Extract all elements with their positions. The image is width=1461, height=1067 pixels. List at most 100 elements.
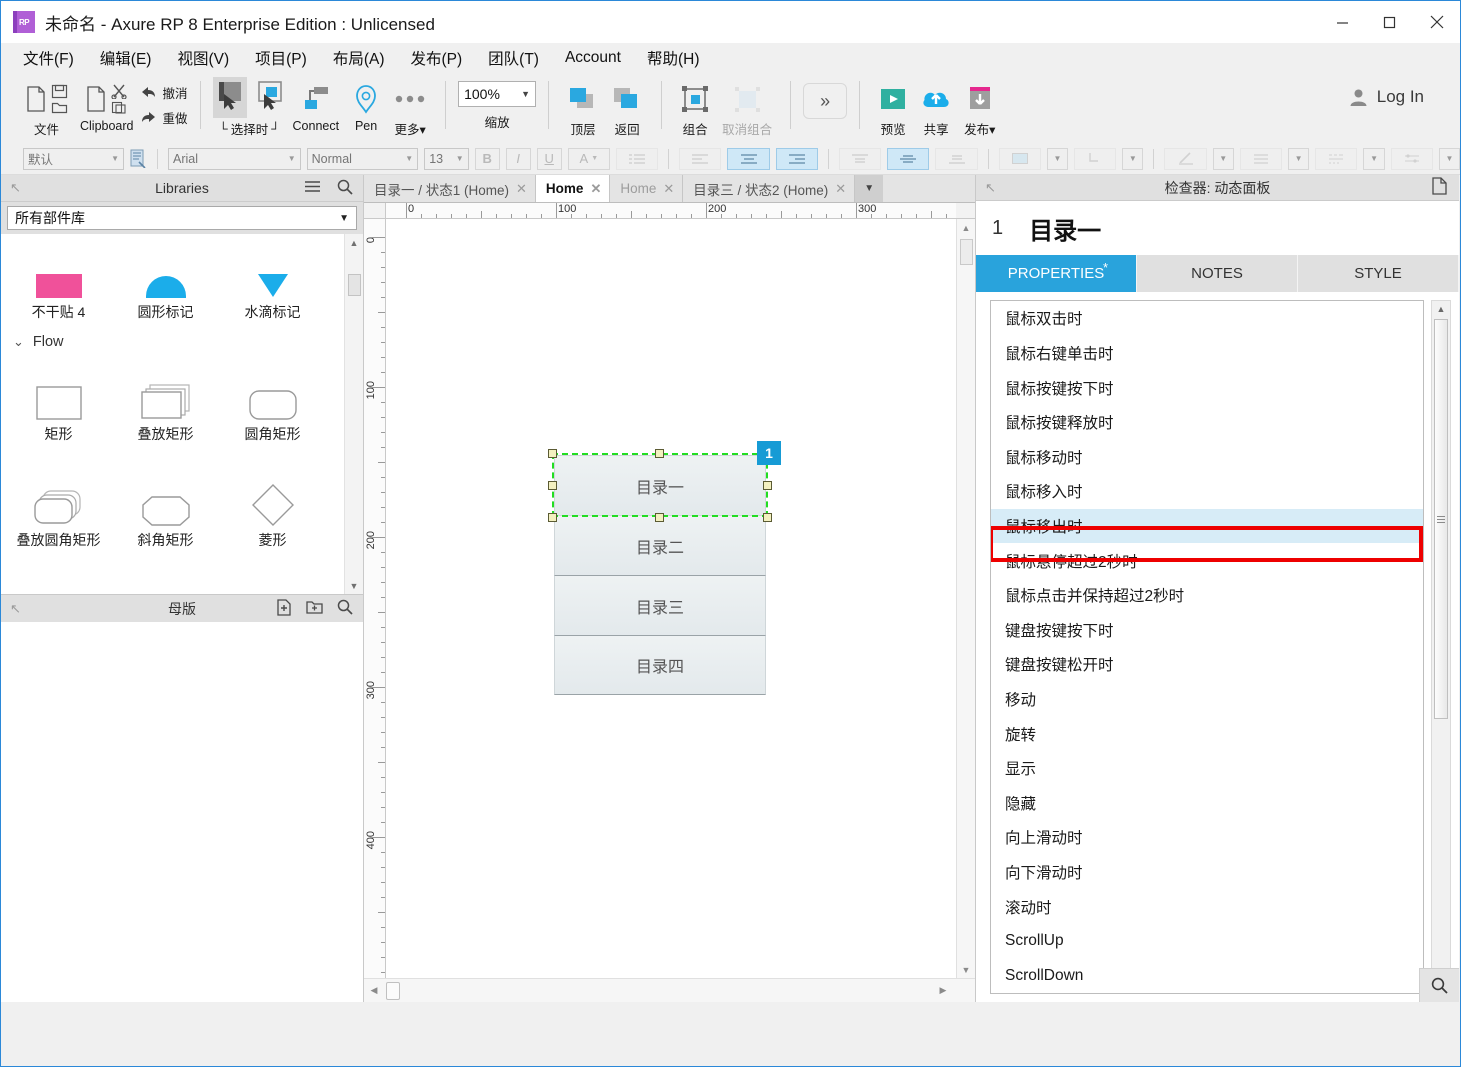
- event-row[interactable]: 滚动时: [991, 889, 1423, 924]
- widget-rounded-rectangle[interactable]: 圆角矩形: [219, 356, 326, 444]
- close-icon[interactable]: ✕: [516, 181, 527, 197]
- maximize-button[interactable]: [1366, 1, 1413, 43]
- list-button[interactable]: [615, 147, 659, 170]
- event-row[interactable]: 隐藏: [991, 785, 1423, 820]
- menu-view[interactable]: 视图(V): [177, 47, 229, 69]
- fill-dropdown[interactable]: ▼: [1046, 147, 1068, 170]
- menu-help[interactable]: 帮助(H): [647, 47, 700, 69]
- collapse-icon[interactable]: ↖: [10, 180, 21, 196]
- valign-bottom-button[interactable]: [935, 147, 978, 170]
- expand-toolbar-button[interactable]: »: [803, 83, 848, 119]
- event-row[interactable]: 鼠标双击时: [991, 301, 1423, 336]
- tab-catalog-one-state1[interactable]: 目录一 / 状态1 (Home) ✕: [364, 175, 536, 202]
- login-button[interactable]: Log In: [1349, 87, 1424, 107]
- share-button[interactable]: 共享: [914, 77, 958, 138]
- font-weight-select[interactable]: Normal ▼: [306, 147, 419, 170]
- search-icon[interactable]: [337, 599, 353, 618]
- widget-sticky-note[interactable]: 不干贴 4: [5, 234, 112, 322]
- scrollbar-thumb[interactable]: [386, 981, 400, 1000]
- hamburger-menu-icon[interactable]: [304, 180, 321, 196]
- resize-handle-sw[interactable]: [548, 513, 557, 522]
- scroll-right-arrow-icon[interactable]: ▶: [933, 985, 953, 996]
- resize-handle-nw[interactable]: [548, 449, 557, 458]
- scroll-down-arrow-icon[interactable]: ▼: [957, 961, 975, 978]
- style-manager-button[interactable]: [130, 149, 147, 168]
- close-icon[interactable]: ✕: [663, 181, 674, 197]
- event-row[interactable]: 键盘按键按下时: [991, 612, 1423, 647]
- fill-color-button[interactable]: [998, 147, 1041, 170]
- widget-stacked-rectangle[interactable]: 叠放矩形: [112, 356, 219, 444]
- event-row[interactable]: 鼠标按键按下时: [991, 370, 1423, 405]
- widget-rectangle[interactable]: 矩形: [5, 356, 112, 444]
- italic-button[interactable]: I: [505, 147, 531, 170]
- flow-section-header[interactable]: ⌄ Flow: [1, 322, 363, 356]
- resize-handle-s[interactable]: [655, 513, 664, 522]
- arrow-style-dropdown[interactable]: ▼: [1438, 147, 1460, 170]
- menu-team[interactable]: 团队(T): [488, 47, 539, 69]
- event-row[interactable]: 旋转: [991, 716, 1423, 751]
- event-row[interactable]: 移动: [991, 682, 1423, 717]
- menu-item-2[interactable]: 目录二: [554, 515, 766, 575]
- scroll-left-arrow-icon[interactable]: ◀: [364, 985, 384, 996]
- collapse-icon[interactable]: ↖: [985, 180, 996, 196]
- scroll-down-arrow-icon[interactable]: ▼: [345, 577, 363, 594]
- event-row[interactable]: 鼠标右键单击时: [991, 336, 1423, 371]
- publish-button[interactable]: 发布▾: [958, 77, 1001, 138]
- widget-stacked-rounded-rectangle[interactable]: 叠放圆角矩形: [5, 462, 112, 550]
- tab-home-secondary[interactable]: Home ✕: [610, 175, 684, 202]
- valign-top-button[interactable]: [838, 147, 882, 170]
- line-color-dropdown[interactable]: ▼: [1212, 147, 1234, 170]
- widget-list[interactable]: 不干贴 4 圆形标记 水滴标记 ⌄ Flow 矩形 叠放矩形 圆角矩形 叠放圆角…: [1, 234, 363, 594]
- scrollbar-thumb[interactable]: [1434, 319, 1448, 720]
- event-row[interactable]: 鼠标按键释放时: [991, 405, 1423, 440]
- tab-notes[interactable]: NOTES: [1137, 255, 1298, 293]
- canvas-vertical-scrollbar[interactable]: ▲ ▼: [956, 219, 975, 978]
- underline-button[interactable]: U: [536, 147, 562, 170]
- event-row[interactable]: ScrollDown: [991, 958, 1423, 993]
- close-icon[interactable]: ✕: [835, 181, 846, 197]
- tab-catalog-three-state2[interactable]: 目录三 / 状态2 (Home) ✕: [683, 175, 856, 202]
- connect-button[interactable]: Connect: [287, 77, 346, 133]
- inspector-search-button[interactable]: [1419, 967, 1459, 1002]
- menu-item-4[interactable]: 目录四: [554, 635, 766, 695]
- tab-style[interactable]: STYLE: [1298, 255, 1459, 293]
- design-canvas[interactable]: 目录一 目录二 目录三 目录四 1: [386, 219, 956, 978]
- clipboard-toolbar-button[interactable]: Clipboard: [74, 77, 140, 133]
- event-row[interactable]: 显示: [991, 751, 1423, 786]
- event-row[interactable]: 鼠标移入时: [991, 474, 1423, 509]
- menu-item-3[interactable]: 目录三: [554, 575, 766, 635]
- align-center-button[interactable]: [727, 147, 770, 170]
- search-icon[interactable]: [337, 179, 353, 198]
- resize-handle-e[interactable]: [763, 481, 772, 490]
- tab-home-active[interactable]: Home ✕: [535, 175, 611, 202]
- resize-handle-w[interactable]: [548, 481, 557, 490]
- scrollbar-thumb[interactable]: [960, 239, 973, 265]
- tabs-overflow-button[interactable]: ▼: [855, 175, 884, 202]
- bold-button[interactable]: B: [474, 147, 500, 170]
- widget-style-select[interactable]: 默认 ▼: [23, 147, 125, 170]
- library-select[interactable]: 所有部件库 ▼: [7, 206, 357, 230]
- file-toolbar-button[interactable]: 文件: [19, 77, 74, 138]
- menu-item-1[interactable]: 目录一: [554, 455, 766, 515]
- align-right-button[interactable]: [775, 147, 818, 170]
- close-button[interactable]: [1413, 1, 1460, 43]
- menu-layout[interactable]: 布局(A): [333, 47, 385, 69]
- undo-button[interactable]: 撤消: [140, 83, 188, 102]
- close-icon[interactable]: ✕: [590, 181, 601, 197]
- menu-edit[interactable]: 编辑(E): [100, 47, 152, 69]
- font-color-button[interactable]: A ▼: [567, 147, 610, 170]
- resize-handle-se[interactable]: [763, 513, 772, 522]
- scroll-up-arrow-icon[interactable]: ▲: [1432, 301, 1450, 317]
- event-row[interactable]: 向下滑动时: [991, 855, 1423, 890]
- menu-publish[interactable]: 发布(P): [410, 47, 462, 69]
- canvas-horizontal-scrollbar[interactable]: ◀ ▶: [364, 978, 975, 1002]
- line-style-button[interactable]: [1315, 147, 1358, 170]
- shadow-button[interactable]: [1074, 147, 1117, 170]
- minimize-button[interactable]: [1319, 1, 1366, 43]
- select-mode-normal-button[interactable]: [212, 77, 247, 118]
- masters-list[interactable]: [1, 622, 363, 1002]
- line-width-button[interactable]: [1239, 147, 1283, 170]
- align-left-button[interactable]: [679, 147, 722, 170]
- line-style-dropdown[interactable]: ▼: [1363, 147, 1385, 170]
- shadow-dropdown[interactable]: ▼: [1122, 147, 1144, 170]
